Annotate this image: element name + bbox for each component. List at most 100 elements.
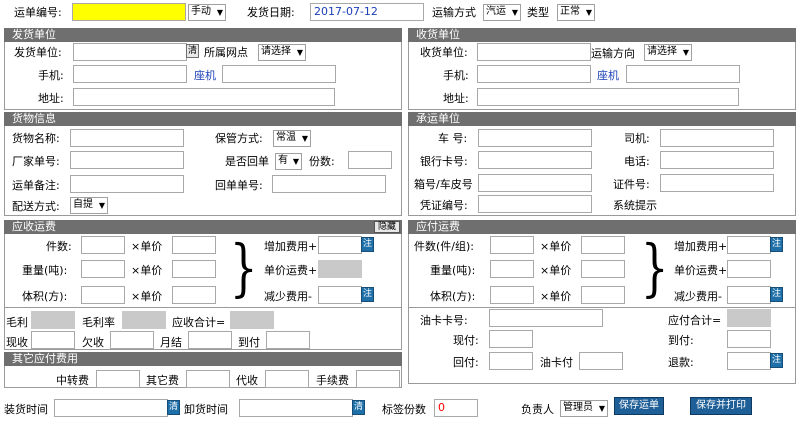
mode-select[interactable]: 手动 ▼ — [188, 4, 226, 21]
calendar-icon[interactable]: 清 — [352, 400, 365, 415]
payable-volume-price-input[interactable] — [581, 286, 625, 304]
handling-fee-input[interactable] — [356, 370, 400, 388]
brace-icon: } — [640, 231, 669, 304]
receivable-add-fee-input[interactable] — [318, 236, 362, 254]
save-waybill-button[interactable]: 保存运单 — [614, 397, 664, 415]
receiver-landline-input[interactable] — [626, 65, 740, 83]
cash-received-input[interactable] — [31, 331, 75, 349]
receivable-weight-price-input[interactable] — [172, 260, 216, 278]
receiver-direction-select[interactable]: 请选择 ▼ — [644, 44, 692, 61]
system-prompt-label: 系统提示 — [613, 199, 657, 212]
note-button[interactable]: 注 — [770, 237, 783, 252]
storage-select-value: 常温 — [276, 132, 296, 143]
return-no-input[interactable] — [272, 175, 386, 193]
delivery-select[interactable]: 自提 ▼ — [70, 197, 108, 214]
note-button[interactable]: 注 — [770, 287, 783, 302]
voucher-input[interactable] — [478, 195, 592, 213]
plate-input[interactable] — [478, 129, 592, 147]
receivable-volume-label: 体积(方): — [22, 290, 68, 303]
return-select[interactable]: 有 ▼ — [275, 153, 302, 170]
remark-input[interactable] — [70, 175, 184, 193]
receiver-address-input[interactable] — [477, 88, 739, 106]
payable-count-input[interactable] — [490, 236, 534, 254]
note-button[interactable]: 注 — [770, 353, 783, 368]
receiver-unit-input[interactable] — [477, 43, 591, 61]
goods-header: 货物信息 — [4, 112, 402, 126]
copies-label: 份数: — [309, 155, 335, 168]
transport-select[interactable]: 汽运 ▼ — [483, 4, 521, 21]
sender-mobile-label: 手机: — [38, 69, 64, 82]
storage-select[interactable]: 常温 ▼ — [273, 130, 311, 147]
driver-input[interactable] — [660, 129, 774, 147]
payable-count-price-input[interactable] — [581, 236, 625, 254]
label-copies-input[interactable]: 0 — [434, 399, 478, 417]
receivable-count-input[interactable] — [81, 236, 125, 254]
receiver-header: 收货单位 — [408, 28, 796, 42]
calendar-icon[interactable]: 清 — [167, 400, 180, 415]
cash-pay-input[interactable] — [489, 330, 533, 348]
payable-weight-price-input[interactable] — [581, 260, 625, 278]
receiver-unit-label: 收货单位: — [420, 46, 468, 59]
receivable-total-input — [230, 311, 274, 329]
goods-panel — [4, 112, 402, 216]
transfer-fee-input[interactable] — [96, 370, 140, 388]
chevron-down-icon: ▼ — [292, 157, 299, 166]
receivable-unit-fee-label: 单价运费+ — [264, 264, 318, 277]
monthly-input[interactable] — [188, 331, 232, 349]
return-pay-input[interactable] — [489, 352, 533, 370]
oil-pay-input[interactable] — [579, 352, 623, 370]
load-time-input[interactable] — [54, 399, 168, 417]
payable-weight-input[interactable] — [490, 260, 534, 278]
phone-input[interactable] — [660, 151, 774, 169]
chevron-down-icon: ▼ — [585, 8, 592, 17]
collect-label: 代收 — [236, 374, 258, 387]
note-button[interactable]: 注 — [361, 287, 374, 302]
delivery-select-value: 自提 — [73, 199, 93, 210]
payable-unit-fee-input[interactable] — [727, 260, 771, 278]
cash-pay-label: 现付: — [453, 334, 479, 347]
box-no-input[interactable] — [478, 174, 592, 192]
sender-unit-input[interactable] — [73, 43, 187, 61]
cod-pay-input[interactable] — [727, 330, 771, 348]
sender-address-input[interactable] — [73, 88, 335, 106]
note-button[interactable]: 注 — [361, 237, 374, 252]
receivable-reduce-fee-input[interactable] — [318, 286, 362, 304]
receivable-volume-price-input[interactable] — [172, 286, 216, 304]
factory-no-input[interactable] — [70, 151, 184, 169]
sender-mobile-input[interactable] — [73, 65, 187, 83]
payable-add-fee-input[interactable] — [727, 236, 771, 254]
receiver-mobile-input[interactable] — [477, 65, 591, 83]
copies-input[interactable] — [348, 151, 392, 169]
hide-button[interactable]: 隐藏 — [374, 221, 400, 233]
type-select[interactable]: 正常 ▼ — [557, 4, 595, 21]
receivable-unit-fee-input — [318, 260, 362, 278]
payable-count-label: 件数(件/组): — [414, 240, 474, 253]
receivable-count-price-input[interactable] — [172, 236, 216, 254]
clear-icon[interactable]: 清 — [186, 44, 199, 58]
receivable-volume-input[interactable] — [81, 286, 125, 304]
receivable-total-label: 应收合计= — [172, 316, 226, 329]
bank-input[interactable] — [478, 151, 592, 169]
id-input[interactable] — [660, 174, 774, 192]
goods-name-input[interactable] — [70, 129, 184, 147]
save-print-button[interactable]: 保存并打印 — [690, 397, 752, 415]
oil-card-input[interactable] — [489, 309, 603, 327]
other-fee-input[interactable] — [186, 370, 230, 388]
sender-network-select[interactable]: 请选择 ▼ — [258, 44, 306, 61]
transport-label: 运输方式 — [432, 6, 476, 19]
waybill-no-input[interactable] — [72, 3, 186, 21]
unload-time-input[interactable] — [239, 399, 353, 417]
chevron-down-icon: ▼ — [511, 8, 518, 17]
refund-input[interactable] — [727, 352, 771, 370]
ship-date-input[interactable]: 2017-07-12 — [310, 3, 424, 21]
payable-volume-unit-label: ×单价 — [540, 290, 572, 303]
payable-reduce-fee-input[interactable] — [727, 286, 771, 304]
owed-input[interactable] — [110, 331, 154, 349]
receiver-landline-label: 座机 — [597, 69, 619, 82]
cod-received-input[interactable] — [266, 331, 310, 349]
receivable-weight-input[interactable] — [81, 260, 125, 278]
collect-input[interactable] — [265, 370, 309, 388]
sender-landline-input[interactable] — [222, 65, 336, 83]
manager-select[interactable]: 管理员 ▼ — [560, 400, 608, 417]
payable-volume-input[interactable] — [490, 286, 534, 304]
